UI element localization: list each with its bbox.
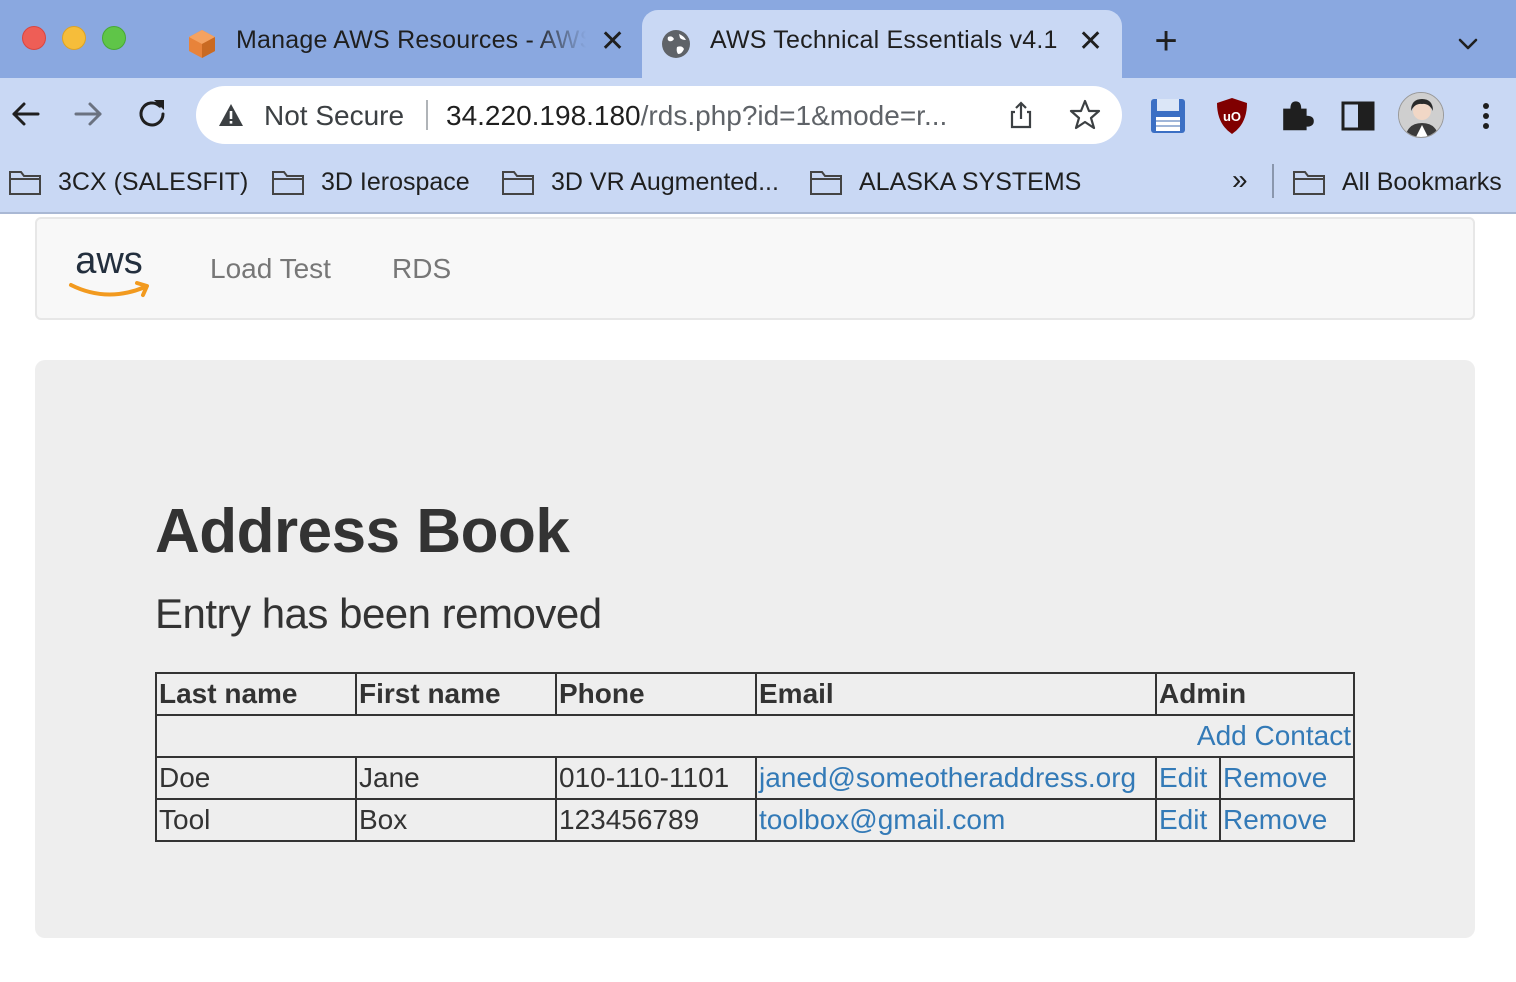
email-link[interactable]: toolbox@gmail.com [759, 804, 1005, 835]
side-panel-icon[interactable] [1338, 96, 1378, 136]
tab-manage-aws-resources[interactable]: Manage AWS Resources - AWS ✕ [168, 10, 638, 78]
divider [1272, 164, 1274, 198]
tab-title: Manage AWS Resources - AWS [236, 26, 586, 54]
bookmark-label: 3D VR Augmented... [551, 167, 779, 196]
address-book-table: Last name First name Phone Email Admin A… [155, 672, 1355, 842]
address-bar[interactable]: Not Secure 34.220.198.180/rds.php?id=1&m… [196, 86, 1122, 144]
phone-cell: 123456789 [555, 798, 757, 842]
column-header: Phone [555, 672, 757, 716]
reload-icon[interactable] [132, 94, 172, 134]
svg-text:aws: aws [75, 241, 143, 282]
globe-icon [662, 30, 690, 58]
url-path: /rds.php?id=1&mode=r... [640, 100, 948, 131]
tab-aws-technical-essentials[interactable]: AWS Technical Essentials v4.1 ✕ [642, 10, 1122, 78]
tab-title: AWS Technical Essentials v4.1 [710, 26, 1058, 54]
add-contact-cell: Add Contact [155, 714, 1355, 758]
table-header-row: Last name First name Phone Email Admin [155, 672, 1355, 716]
save-disk-icon[interactable] [1148, 96, 1188, 136]
new-tab-button[interactable]: + [1146, 21, 1186, 62]
last-name-cell: Doe [155, 756, 357, 800]
column-header: Email [755, 672, 1157, 716]
bookmarks-overflow-button[interactable]: » [1232, 164, 1248, 196]
nav-link-rds[interactable]: RDS [392, 253, 451, 285]
nav-link-load-test[interactable]: Load Test [210, 253, 331, 285]
edit-cell: Edit [1155, 798, 1221, 842]
remove-link[interactable]: Remove [1223, 762, 1327, 793]
folder-icon [810, 171, 842, 195]
tab-strip: Manage AWS Resources - AWS ✕ AWS Technic… [0, 0, 1516, 78]
bookmark-folder[interactable]: 3CX (SALESFIT) [8, 162, 248, 202]
maximize-window-button[interactable] [102, 26, 126, 50]
aws-cube-icon [189, 30, 215, 58]
ublock-shield-icon[interactable]: uO [1212, 96, 1252, 136]
remove-cell: Remove [1219, 798, 1355, 842]
edit-cell: Edit [1155, 756, 1221, 800]
email-link[interactable]: janed@someotheraddress.org [759, 762, 1136, 793]
column-header: Last name [155, 672, 357, 716]
page-title: Address Book [155, 497, 570, 566]
status-message: Entry has been removed [155, 590, 602, 637]
bookmark-folder[interactable]: 3D VR Augmented... [501, 162, 779, 202]
share-icon[interactable] [1006, 100, 1036, 130]
close-tab-icon[interactable]: ✕ [600, 26, 625, 58]
remove-link[interactable]: Remove [1223, 804, 1327, 835]
first-name-cell: Jane [355, 756, 557, 800]
bookmark-label: 3D Ierospace [321, 167, 470, 196]
minimize-window-button[interactable] [62, 26, 86, 50]
add-contact-row: Add Contact [155, 714, 1355, 758]
phone-cell: 010-110-1101 [555, 756, 757, 800]
content-panel: Address Book Entry has been removed Last… [35, 360, 1475, 938]
browser-toolbar: Not Secure 34.220.198.180/rds.php?id=1&m… [0, 78, 1516, 152]
bookmark-folder[interactable]: 3D Ierospace [271, 162, 470, 202]
security-status[interactable]: Not Secure [264, 100, 404, 132]
site-navbar: aws Load Test RDS [35, 217, 1475, 320]
folder-icon [272, 171, 304, 195]
url-text[interactable]: 34.220.198.180/rds.php?id=1&mode=r... [446, 100, 986, 132]
folder-icon [1293, 171, 1325, 195]
profile-photo-icon [1399, 93, 1443, 137]
last-name-cell: Tool [155, 798, 357, 842]
url-host: 34.220.198.180 [446, 100, 641, 131]
divider [426, 100, 428, 130]
svg-text:uO: uO [1223, 109, 1241, 124]
edit-link[interactable]: Edit [1159, 804, 1207, 835]
warning-icon[interactable] [218, 102, 244, 128]
table-row: Doe Jane 010-110-1101 janed@someotheradd… [155, 756, 1355, 800]
chevron-down-icon[interactable] [1452, 28, 1484, 60]
column-header: Admin [1155, 672, 1355, 716]
folder-icon [502, 171, 534, 195]
bookmarks-bar: 3CX (SALESFIT) 3D Ierospace 3D VR Augmen… [0, 152, 1516, 214]
close-tab-icon[interactable]: ✕ [1078, 26, 1103, 58]
bookmark-star-icon[interactable] [1068, 98, 1102, 132]
aws-logo[interactable]: aws [67, 241, 153, 303]
column-header: First name [355, 672, 557, 716]
extensions-puzzle-icon[interactable] [1276, 96, 1316, 136]
bookmark-label: 3CX (SALESFIT) [58, 167, 249, 196]
more-options-icon[interactable] [1470, 96, 1502, 136]
edit-link[interactable]: Edit [1159, 762, 1207, 793]
bookmark-label: All Bookmarks [1342, 167, 1502, 196]
profile-avatar[interactable] [1398, 92, 1444, 138]
remove-cell: Remove [1219, 756, 1355, 800]
forward-arrow-icon[interactable] [68, 94, 108, 134]
bookmark-label: ALASKA SYSTEMS [859, 167, 1082, 196]
table-row: Tool Box 123456789 toolbox@gmail.com Edi… [155, 798, 1355, 842]
email-cell: janed@someotheraddress.org [755, 756, 1157, 800]
back-arrow-icon[interactable] [6, 94, 46, 134]
first-name-cell: Box [355, 798, 557, 842]
email-cell: toolbox@gmail.com [755, 798, 1157, 842]
add-contact-link[interactable]: Add Contact [1197, 720, 1351, 751]
close-window-button[interactable] [22, 26, 46, 50]
all-bookmarks-folder[interactable]: All Bookmarks [1292, 162, 1502, 202]
bookmark-folder[interactable]: ALASKA SYSTEMS [809, 162, 1081, 202]
folder-icon [9, 171, 41, 195]
